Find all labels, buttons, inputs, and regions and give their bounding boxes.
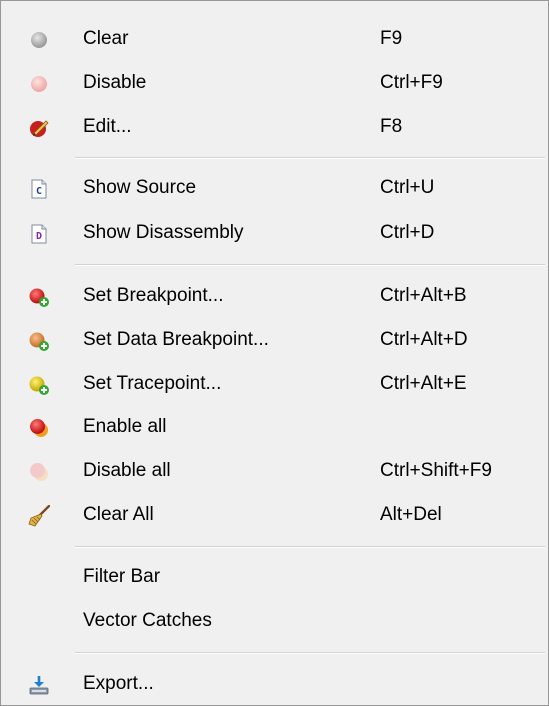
menu-item-shortcut: Ctrl+Alt+D: [380, 329, 468, 350]
menu-item-shortcut: Ctrl+Shift+F9: [380, 460, 492, 481]
menu-item-label: Show Source: [83, 177, 197, 198]
menu-item-label: Edit...: [83, 116, 132, 137]
menu-item-set-tracepoint[interactable]: Set Tracepoint... Ctrl+Alt+E: [1, 363, 548, 405]
broom-icon: [28, 505, 50, 527]
menu-item-label: Clear All: [83, 504, 154, 525]
add-data-breakpoint-icon: [28, 330, 50, 352]
menu-item-label: Show Disassembly: [83, 222, 244, 243]
menu-item-clear[interactable]: Clear F9: [1, 18, 548, 60]
menu-item-label: Set Data Breakpoint...: [83, 329, 269, 350]
menu-item-edit[interactable]: Edit... F8: [1, 106, 548, 148]
menu-item-vector-catches[interactable]: Vector Catches: [1, 600, 548, 642]
menu-item-label: Disable all: [83, 460, 171, 481]
menu-item-shortcut: Ctrl+F9: [380, 72, 443, 93]
menu-item-filter-bar[interactable]: Filter Bar: [1, 556, 548, 598]
menu-item-shortcut: Alt+Del: [380, 504, 442, 525]
context-menu: Clear F9 Disable Ctrl+F9 Edit... F8 C Sh…: [0, 0, 549, 706]
menu-item-shortcut: F8: [380, 116, 403, 137]
menu-item-show-source[interactable]: C Show Source Ctrl+U: [1, 167, 548, 209]
menu-item-shortcut: F9: [380, 28, 403, 49]
menu-item-label: Enable all: [83, 416, 167, 437]
enable-all-icon: [28, 417, 50, 439]
disassembly-file-icon: D: [28, 223, 50, 245]
menu-item-label: Clear: [83, 28, 129, 49]
svg-text:D: D: [36, 231, 42, 242]
menu-separator: [75, 264, 545, 266]
menu-item-label: Export...: [83, 673, 154, 694]
menu-item-shortcut: Ctrl+U: [380, 177, 435, 198]
menu-item-clear-all[interactable]: Clear All Alt+Del: [1, 494, 548, 536]
menu-item-label: Vector Catches: [83, 610, 212, 631]
menu-item-label: Set Breakpoint...: [83, 285, 224, 306]
gray-dot-icon: [28, 29, 50, 51]
menu-item-export[interactable]: Export...: [1, 663, 548, 705]
menu-item-shortcut: Ctrl+D: [380, 222, 435, 243]
menu-item-set-data-breakpoint[interactable]: Set Data Breakpoint... Ctrl+Alt+D: [1, 319, 548, 361]
pink-dot-icon: [28, 73, 50, 95]
menu-separator: [75, 157, 545, 159]
menu-item-label: Disable: [83, 72, 147, 93]
menu-item-show-disassembly[interactable]: D Show Disassembly Ctrl+D: [1, 212, 548, 254]
disable-all-icon: [28, 461, 50, 483]
edit-pencil-icon: [28, 117, 50, 139]
source-file-icon: C: [28, 178, 50, 200]
menu-item-shortcut: Ctrl+Alt+E: [380, 373, 467, 394]
add-breakpoint-icon: [28, 286, 50, 308]
menu-separator: [75, 546, 545, 548]
menu-item-disable[interactable]: Disable Ctrl+F9: [1, 62, 548, 104]
menu-item-enable-all[interactable]: Enable all: [1, 406, 548, 448]
menu-item-shortcut: Ctrl+Alt+B: [380, 285, 467, 306]
add-tracepoint-icon: [28, 374, 50, 396]
menu-item-disable-all[interactable]: Disable all Ctrl+Shift+F9: [1, 450, 548, 492]
svg-text:C: C: [36, 186, 42, 197]
export-icon: [28, 674, 50, 696]
menu-item-label: Set Tracepoint...: [83, 373, 222, 394]
menu-separator: [75, 652, 545, 654]
menu-item-set-breakpoint[interactable]: Set Breakpoint... Ctrl+Alt+B: [1, 275, 548, 317]
menu-item-label: Filter Bar: [83, 566, 161, 587]
